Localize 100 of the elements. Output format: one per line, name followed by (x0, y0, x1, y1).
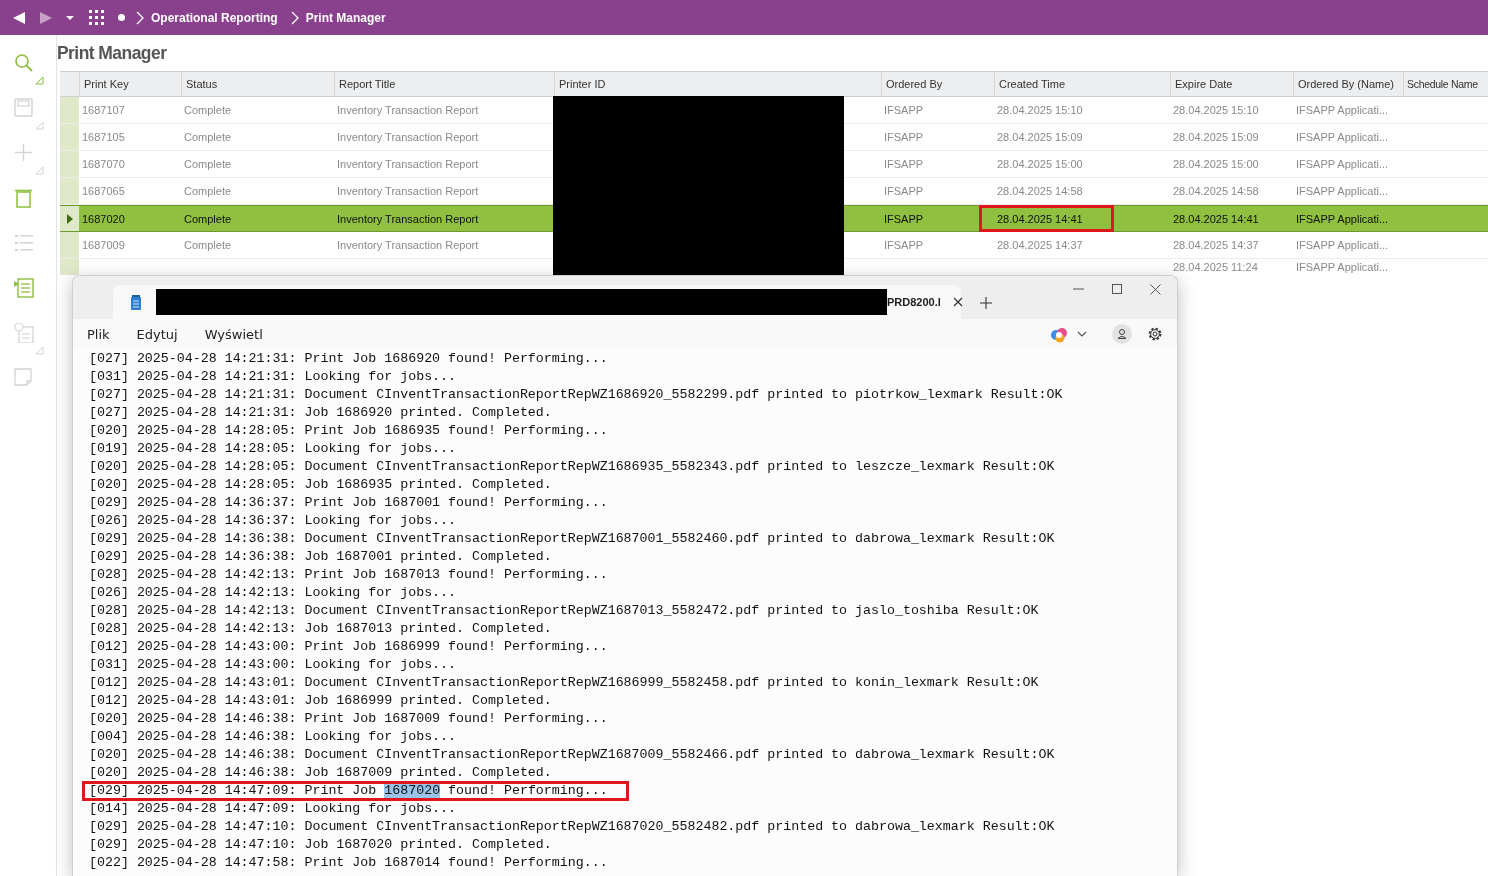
log-line: [029] 2025-04-28 14:36:38: Job 1687001 printed. Completed. (89, 548, 553, 566)
close-icon[interactable] (952, 297, 963, 307)
table-row[interactable]: 1687070 Complete Inventory Transaction Report IFSAPP 28.04.2025 15:00 28.04.2025 15:00 IFSAPP Applicati... (60, 151, 1488, 178)
table-cell: IFSAPP Applicati... (1296, 261, 1389, 273)
column-header[interactable]: Print Key (79, 72, 181, 96)
apps-grid-icon[interactable] (89, 10, 104, 25)
column-header[interactable]: Ordered By (Name) (1293, 72, 1403, 96)
table-cell: 1687065 (82, 185, 125, 197)
table-cell: 28.04.2025 15:09 (997, 131, 1083, 143)
column-header[interactable]: Status (181, 72, 334, 96)
log-line: [020] 2025-04-28 14:28:05: Job 1686935 printed. Completed. (89, 476, 553, 494)
row-header-cell[interactable] (60, 206, 79, 231)
log-line: [028] 2025-04-28 14:42:13: Document CInventTransactionReportRepWZ1687013_5582472.pdf printed to jaslo_toshiba Result:OK (89, 602, 1040, 620)
colorful-logo-icon[interactable] (1050, 325, 1068, 343)
table-cell: Complete (184, 212, 232, 225)
notepad-icon (130, 294, 142, 310)
table-cell: Complete (184, 104, 232, 116)
corner-triangle-icon[interactable] (36, 77, 44, 85)
table-cell: Complete (184, 185, 232, 197)
table-row[interactable]: 1687009 Complete Inventory Transaction Report IFSAPP 28.04.2025 14:37 28.04.2025 14:37 IFSAPP Applicati... (60, 232, 1488, 259)
trash-icon[interactable] (14, 187, 34, 208)
log-line: [027] 2025-04-28 14:21:31: Job 1686920 printed. Completed. (89, 404, 553, 422)
home-dot-icon[interactable] (118, 14, 125, 21)
table-cell: Inventory Transaction Report (337, 131, 479, 143)
document-list-icon[interactable] (14, 277, 34, 298)
table-row[interactable]: 1687105 Complete Inventory Transaction Report IFSAPP 28.04.2025 15:09 28.04.2025 15:09 IFSAPP Applicati... (60, 124, 1488, 151)
table-cell: IFSAPP Applicati... (1296, 131, 1389, 143)
maximize-icon[interactable] (1112, 284, 1122, 294)
log-line: [027] 2025-04-28 14:21:31: Print Job 1686920 found! Performing... (89, 350, 609, 368)
log-line: [020] 2025-04-28 14:46:38: Print Job 1687009 found! Performing... (89, 710, 609, 728)
plus-icon[interactable] (980, 297, 992, 309)
table-cell: IFSAPP Applicati... (1296, 104, 1389, 116)
table-row[interactable]: 1687107 Complete Inventory Transaction Report IFSAPP 28.04.2025 15:10 28.04.2025 15:10 IFSAPP Applicati... (60, 97, 1488, 124)
row-header-cell[interactable] (60, 97, 79, 123)
table-cell: IFSAPP (884, 104, 924, 116)
table-row[interactable]: 1687020 Complete Inventory Transaction Report IFSAPP 28.04.2025 14:41 28.04.2025 14:41 IFSAPP Applicati... (60, 205, 1488, 232)
settings-icon[interactable] (1147, 326, 1163, 342)
log-line: [004] 2025-04-28 14:46:38: Looking for jobs... (89, 728, 458, 746)
menu-item[interactable]: Edytuj (136, 326, 178, 342)
back-icon[interactable] (13, 11, 25, 24)
column-header[interactable]: Report Title (334, 72, 554, 96)
table-cell: 28.04.2025 15:00 (997, 158, 1083, 170)
column-header[interactable]: Schedule Name (1403, 72, 1488, 96)
search-icon[interactable] (14, 52, 34, 73)
table-cell: Complete (184, 131, 232, 143)
caret-icon[interactable] (66, 15, 74, 20)
row-header-cell[interactable] (60, 124, 79, 150)
log-line: [026] 2025-04-28 14:42:13: Looking for jobs... (89, 584, 458, 602)
log-line: [012] 2025-04-28 14:43:01: Document CInventTransactionReportRepWZ1686999_5582458.pdf printed to konin_lexmark Result:OK (89, 674, 1040, 692)
chevron-icon (290, 10, 299, 25)
row-header-cell[interactable] (60, 151, 79, 177)
table-cell: IFSAPP (884, 185, 924, 197)
profile-icon[interactable] (1112, 324, 1132, 344)
table-row[interactable]: 28.04.2025 11:24 IFSAPP Applicati... (60, 259, 1488, 275)
table-cell: IFSAPP Applicati... (1296, 185, 1389, 197)
log-line: [029] 2025-04-28 14:36:38: Document CInventTransactionReportRepWZ1687001_5582460.pdf printed to dabrowa_lexmark Result:OK (89, 530, 1056, 548)
row-header-cell[interactable] (60, 259, 79, 275)
current-row-icon (66, 213, 73, 224)
log-line: [031] 2025-04-28 14:21:31: Looking for jobs... (89, 368, 458, 386)
table-cell: IFSAPP (884, 158, 924, 170)
breadcrumb-link[interactable]: Print Manager (305, 10, 386, 25)
table-cell: 1687107 (82, 104, 125, 116)
breadcrumb-link[interactable]: Operational Reporting (151, 10, 278, 25)
table-cell: 28.04.2025 14:37 (997, 239, 1083, 251)
menu-item[interactable]: Wyświetl (204, 326, 263, 342)
chevron-down-icon[interactable] (1077, 331, 1087, 337)
log-line: [014] 2025-04-28 14:47:09: Looking for jobs... (89, 800, 458, 818)
log-line: [031] 2025-04-28 14:43:00: Looking for jobs... (89, 656, 458, 674)
table-cell: Inventory Transaction Report (337, 104, 479, 116)
table-cell: 1687009 (82, 239, 125, 251)
column-header[interactable]: Created Time (994, 72, 1170, 96)
table-cell: IFSAPP Applicati... (1296, 158, 1389, 170)
menu-item[interactable]: Plik (87, 326, 110, 342)
table-cell: Inventory Transaction Report (337, 185, 479, 197)
table-cell: IFSAPP (884, 239, 924, 251)
forward-icon[interactable] (40, 11, 52, 24)
tab-title: PRD8200.l (887, 296, 941, 308)
table-cell: 1687020 (82, 212, 125, 225)
table-cell: IFSAPP Applicati... (1296, 239, 1389, 251)
document-tab[interactable]: PRD8200.l (113, 285, 961, 319)
table-cell: 28.04.2025 11:24 (1173, 261, 1258, 273)
log-line: [028] 2025-04-28 14:42:13: Job 1687013 printed. Completed. (89, 620, 553, 638)
log-line: [029] 2025-04-28 14:47:10: Job 1687020 printed. Completed. (89, 836, 553, 854)
row-header-cell[interactable] (60, 232, 79, 258)
table-cell: IFSAPP (884, 212, 924, 225)
close-icon[interactable] (1150, 284, 1161, 295)
table-cell: 28.04.2025 15:09 (1173, 131, 1259, 143)
log-line: [020] 2025-04-28 14:28:05: Document CInventTransactionReportRepWZ1686935_5582343.pdf printed to leszcze_lexmark Result:OK (89, 458, 1056, 476)
table-cell: Inventory Transaction Report (337, 212, 479, 225)
table-cell: 28.04.2025 15:00 (1173, 158, 1259, 170)
column-header[interactable]: Expire Date (1170, 72, 1293, 96)
log-line: [026] 2025-04-28 14:36:37: Looking for jobs... (89, 512, 458, 530)
table-cell: 28.04.2025 14:58 (1173, 185, 1259, 197)
log-line: [022] 2025-04-28 14:47:58: Print Job 1687014 found! Performing... (89, 854, 609, 872)
row-header-cell[interactable] (60, 178, 79, 204)
log-line: [020] 2025-04-28 14:46:38: Document CInventTransactionReportRepWZ1687009_5582466.pdf printed to dabrowa_lexmark Result:OK (89, 746, 1056, 764)
table-cell: 1687105 (82, 131, 125, 143)
log-line: [020] 2025-04-28 14:28:05: Print Job 1686935 found! Performing... (89, 422, 609, 440)
table-cell: Inventory Transaction Report (337, 239, 479, 251)
column-header[interactable]: Ordered By (881, 72, 994, 96)
